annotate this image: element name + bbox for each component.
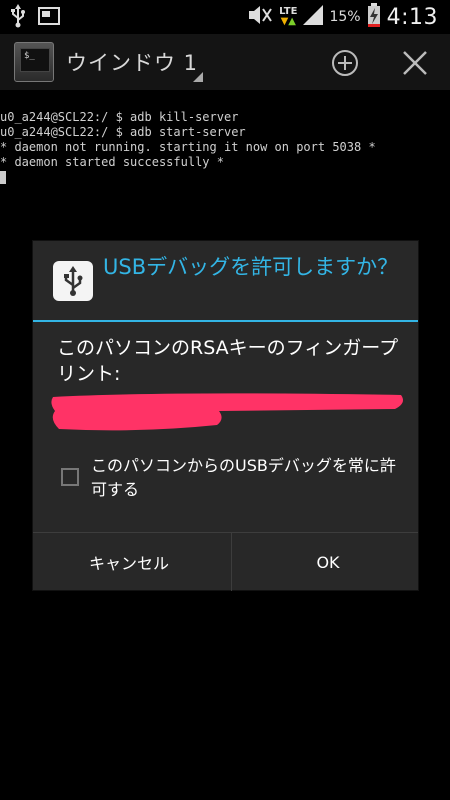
terminal-line: * daemon started successfully * <box>0 155 224 169</box>
android-screen: LTE ▼▲ 15% 4:13 $_ ウインドウ 1 u0_a244@SCL22… <box>0 0 450 800</box>
status-bar: LTE ▼▲ 15% 4:13 <box>0 0 450 34</box>
ok-button[interactable]: OK <box>232 533 424 591</box>
app-bar: $_ ウインドウ 1 <box>0 34 450 90</box>
terminal-output[interactable]: u0_a244@SCL22:/ $ adb kill-server u0_a244… <box>0 95 450 215</box>
dialog-header: USBデバッグを許可しますか？ <box>33 241 418 322</box>
terminal-cursor <box>0 171 6 184</box>
terminal-line: * daemon not running. starting it now on… <box>0 140 376 154</box>
terminal-line: u0_a244@SCL22:/ $ adb kill-server <box>0 110 239 124</box>
battery-percent: 15% <box>329 9 361 25</box>
dialog-title-divider <box>33 320 418 322</box>
usb-debug-dialog: USBデバッグを許可しますか？ このパソコンのRSAキーのフィンガープリント: … <box>32 240 419 591</box>
plus-circle-icon <box>332 50 358 76</box>
battery-charging-icon <box>367 3 381 31</box>
clock: 4:13 <box>386 4 438 30</box>
redaction-mark <box>51 393 404 431</box>
terminal-line: u0_a244@SCL22:/ $ adb start-server <box>0 125 246 139</box>
dialog-button-row: キャンセル OK <box>33 532 418 591</box>
close-window-button[interactable] <box>400 48 430 78</box>
always-allow-checkbox[interactable] <box>61 468 79 486</box>
window-dropdown-icon[interactable] <box>193 72 203 82</box>
mute-icon <box>247 4 273 30</box>
usb-icon <box>10 4 26 32</box>
signal-icon <box>303 5 324 29</box>
add-window-button[interactable] <box>330 48 360 78</box>
window-title[interactable]: ウインドウ 1 <box>66 47 198 77</box>
terminal-app-icon[interactable]: $_ <box>14 42 54 82</box>
dialog-message: このパソコンのRSAキーのフィンガープリント: <box>57 337 399 385</box>
lte-icon: LTE ▼▲ <box>279 6 298 27</box>
close-icon <box>403 51 427 75</box>
cancel-button[interactable]: キャンセル <box>33 533 225 591</box>
usb-icon <box>53 261 93 301</box>
always-allow-label[interactable]: このパソコンからのUSBデバッグを常に許可する <box>91 454 401 502</box>
dialog-title: USBデバッグを許可しますか？ <box>103 255 399 279</box>
screenshot-icon <box>38 6 60 30</box>
